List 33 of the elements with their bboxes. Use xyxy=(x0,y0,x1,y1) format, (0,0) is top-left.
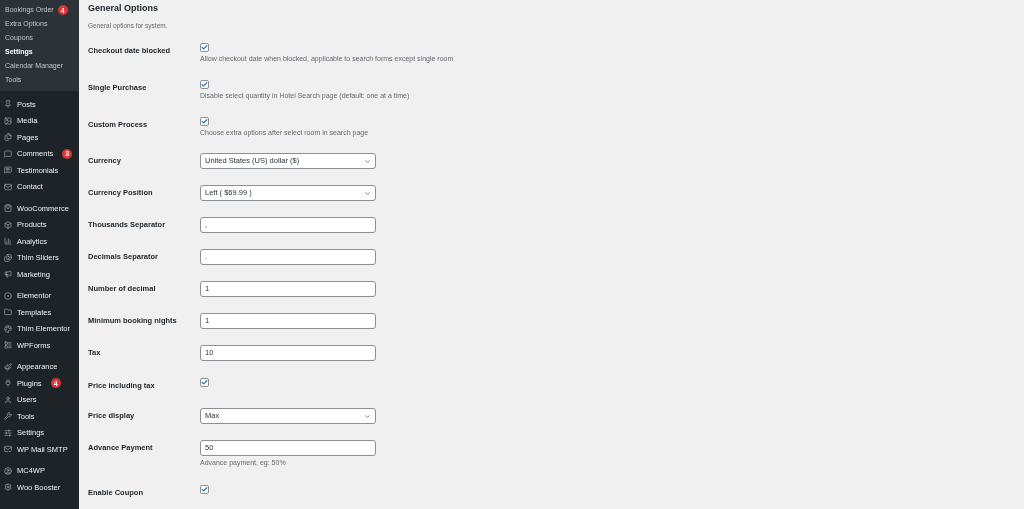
chevron-icon xyxy=(364,412,371,420)
settings-icon xyxy=(4,483,12,492)
sliders-icon xyxy=(4,428,12,437)
folder-icon xyxy=(4,308,12,317)
box-icon xyxy=(4,220,12,229)
envelope-icon xyxy=(4,445,12,454)
checkbox[interactable] xyxy=(200,378,209,387)
user-icon xyxy=(4,395,12,404)
checkbox[interactable] xyxy=(200,485,209,494)
palette-icon xyxy=(4,324,12,333)
speech-bubble-icon xyxy=(4,149,12,158)
speech-bubble-icon xyxy=(4,166,12,175)
check-icon xyxy=(201,379,208,386)
megaphone-icon xyxy=(4,270,12,279)
form-icon xyxy=(4,341,12,350)
chevron-icon xyxy=(364,157,371,165)
check-icon xyxy=(201,44,208,51)
bag-icon xyxy=(4,204,12,213)
section-title: General Options xyxy=(88,3,159,14)
envelope-icon xyxy=(4,182,12,191)
checkbox[interactable] xyxy=(200,117,209,126)
circle-icon xyxy=(4,291,12,300)
bar-chart-icon xyxy=(4,237,12,246)
brush-icon xyxy=(4,362,12,371)
checkbox[interactable] xyxy=(200,43,209,52)
checkbox[interactable] xyxy=(200,80,209,89)
check-icon xyxy=(201,81,208,88)
chevron-icon xyxy=(364,189,371,197)
wrench-icon xyxy=(4,412,12,421)
check-icon xyxy=(201,118,208,125)
check-icon xyxy=(201,486,208,493)
images-icon xyxy=(4,253,12,262)
plug-icon xyxy=(4,379,12,388)
